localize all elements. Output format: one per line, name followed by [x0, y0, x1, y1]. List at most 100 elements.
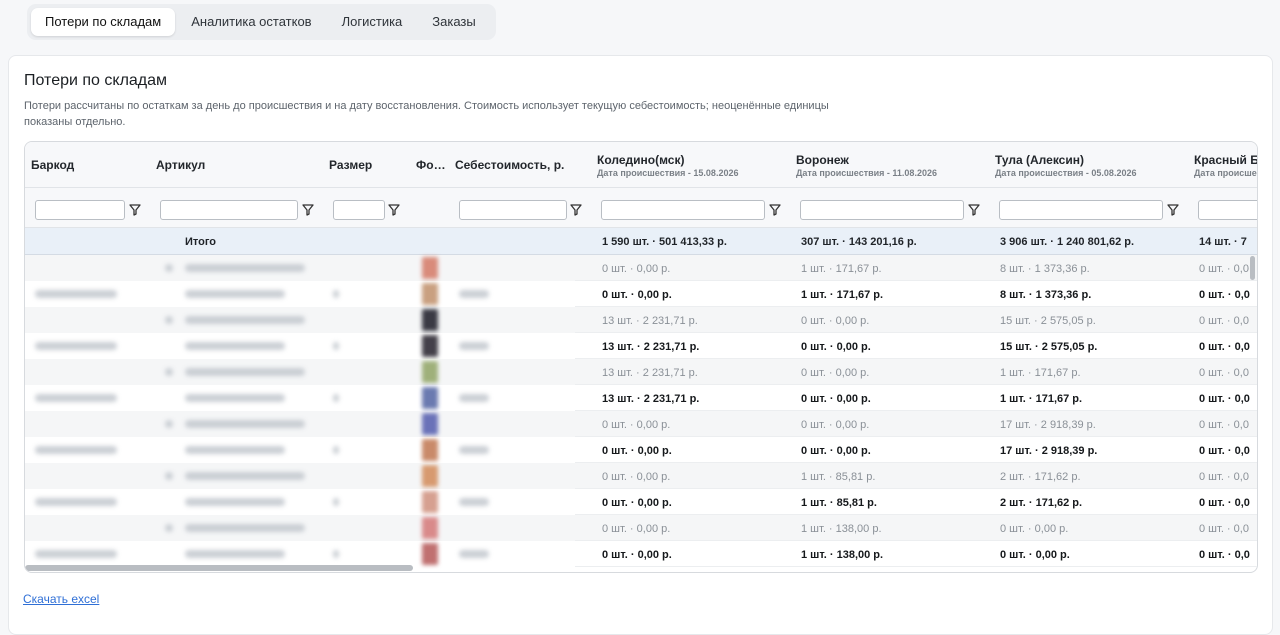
header-barcode[interactable]: Баркод — [25, 142, 150, 188]
loss-cell: 0 шт. · 0,0 — [1199, 471, 1249, 483]
expand-toggle-redacted — [165, 368, 173, 376]
product-photo — [422, 257, 438, 279]
filter-koledino-input[interactable] — [601, 200, 765, 220]
header-size[interactable]: Размер — [323, 142, 408, 188]
table-row[interactable]: 13 шт. · 2 231,71 р. 0 шт. · 0,00 р. 15 шт… — [25, 333, 1257, 359]
table-row[interactable]: 0 шт. · 0,00 р. 1 шт. · 85,81 р. 2 шт. · 1… — [25, 489, 1257, 515]
expand-toggle-redacted — [165, 420, 173, 428]
tab-stock-analytics[interactable]: Аналитика остатков — [177, 8, 325, 36]
filter-voronezh-input[interactable] — [800, 200, 964, 220]
loss-cell: 17 шт. · 2 918,39 р. — [1000, 445, 1098, 457]
total-tula: 3 906 шт. · 1 240 801,62 р. — [1000, 236, 1135, 248]
header-warehouse-koledino[interactable]: Коледино(мск) Дата происшествия - 15.08.2… — [591, 142, 790, 188]
header-article[interactable]: Артикул — [150, 142, 323, 188]
filter-cost-input[interactable] — [459, 200, 567, 220]
page-title: Потери по складам — [24, 72, 168, 89]
loss-cell: 0 шт. · 0,0 — [1199, 289, 1250, 301]
header-photo[interactable]: Фо… — [410, 142, 450, 188]
loss-cell: 1 шт. · 85,81 р. — [801, 497, 877, 509]
filter-voronezh-icon[interactable] — [966, 200, 982, 218]
table-row[interactable]: 0 шт. · 0,00 р. 1 шт. · 138,00 р. 0 шт. · … — [25, 541, 1257, 567]
product-photo — [422, 361, 438, 383]
product-photo — [422, 491, 438, 513]
cost-redacted — [459, 498, 489, 506]
table-row[interactable]: 0 шт. · 0,00 р. 1 шт. · 138,00 р. 0 шт. · … — [25, 515, 1257, 541]
total-koledino: 1 590 шт. · 501 413,33 р. — [602, 236, 727, 248]
header-warehouse-voronezh[interactable]: Воронеж Дата происшествия - 11.08.2026 — [790, 142, 989, 188]
loss-cell: 1 шт. · 171,67 р. — [801, 289, 884, 301]
loss-cell: 17 шт. · 2 918,39 р. — [1000, 419, 1096, 431]
filter-row — [25, 188, 1257, 228]
tab-losses-by-warehouse[interactable]: Потери по складам — [31, 8, 176, 36]
table-row[interactable]: 0 шт. · 0,00 р. 1 шт. · 85,81 р. 2 шт. · 1… — [25, 463, 1257, 489]
table-row[interactable]: 0 шт. · 0,00 р. 1 шт. · 171,67 р. 8 шт. · … — [25, 281, 1257, 307]
vertical-scrollbar[interactable] — [1250, 256, 1255, 280]
expand-toggle-redacted — [165, 472, 173, 480]
cost-redacted — [459, 446, 489, 454]
table-row[interactable]: 0 шт. · 0,00 р. 0 шт. · 0,00 р. 17 шт. · 2… — [25, 437, 1257, 463]
loss-cell: 0 шт. · 0,0 — [1199, 419, 1249, 431]
table-row[interactable]: 13 шт. · 2 231,71 р. 0 шт. · 0,00 р. 1 шт.… — [25, 359, 1257, 385]
article-redacted — [185, 446, 285, 454]
filter-barcode-icon[interactable] — [127, 200, 143, 218]
header-cost[interactable]: Себестоимость, р. — [449, 142, 589, 188]
filter-cost-icon[interactable] — [568, 200, 584, 218]
download-excel-link[interactable]: Скачать excel — [23, 592, 99, 606]
size-redacted — [333, 394, 339, 402]
filter-koledino-icon[interactable] — [767, 200, 783, 218]
table-row[interactable]: 13 шт. · 2 231,71 р. 0 шт. · 0,00 р. 1 шт.… — [25, 385, 1257, 411]
filter-article-input[interactable] — [160, 200, 298, 220]
tab-logistics[interactable]: Логистика — [328, 8, 417, 36]
total-krasny: 14 шт. · 7 — [1199, 236, 1247, 248]
loss-cell: 1 шт. · 85,81 р. — [801, 471, 876, 483]
loss-cell: 0 шт. · 0,00 р. — [801, 393, 871, 405]
total-label: Итого — [185, 236, 217, 248]
size-redacted — [333, 550, 339, 558]
filter-article-icon[interactable] — [300, 200, 316, 218]
horizontal-scrollbar[interactable] — [25, 565, 413, 571]
tab-orders[interactable]: Заказы — [418, 8, 489, 36]
loss-cell: 0 шт. · 0,00 р. — [602, 263, 671, 275]
loss-cell: 8 шт. · 1 373,36 р. — [1000, 263, 1090, 275]
header-warehouse-krasny[interactable]: Красный БоДата происше — [1188, 142, 1257, 188]
filter-size-icon[interactable] — [386, 200, 402, 218]
loss-cell: 0 шт. · 0,0 — [1199, 315, 1249, 327]
barcode-redacted — [35, 550, 117, 558]
loss-cell: 8 шт. · 1 373,36 р. — [1000, 289, 1092, 301]
loss-cell: 0 шт. · 0,0 — [1199, 367, 1249, 379]
barcode-redacted — [35, 446, 117, 454]
table-row[interactable]: 0 шт. · 0,00 р. 1 шт. · 171,67 р. 8 шт. · … — [25, 255, 1257, 281]
losses-table: Баркод Артикул Размер Фо… Себестоимость,… — [24, 141, 1258, 573]
loss-cell: 13 шт. · 2 231,71 р. — [602, 315, 698, 327]
filter-tula-icon[interactable] — [1165, 200, 1181, 218]
filter-tula-input[interactable] — [999, 200, 1163, 220]
size-redacted — [333, 498, 339, 506]
article-redacted — [185, 290, 285, 298]
article-redacted — [185, 472, 305, 480]
filter-barcode-input[interactable] — [35, 200, 125, 220]
loss-cell: 0 шт. · 0,00 р. — [1000, 523, 1069, 535]
product-photo — [422, 543, 438, 565]
product-photo — [422, 283, 438, 305]
loss-cell: 0 шт. · 0,00 р. — [602, 419, 671, 431]
filter-krasny-input[interactable] — [1198, 200, 1257, 220]
loss-cell: 0 шт. · 0,00 р. — [602, 471, 671, 483]
table-row[interactable]: 0 шт. · 0,00 р. 0 шт. · 0,00 р. 17 шт. · 2… — [25, 411, 1257, 437]
loss-cell: 0 шт. · 0,00 р. — [602, 289, 672, 301]
barcode-redacted — [35, 394, 117, 402]
loss-cell: 0 шт. · 0,00 р. — [801, 367, 870, 379]
size-redacted — [333, 290, 339, 298]
table-row[interactable]: 13 шт. · 2 231,71 р. 0 шт. · 0,00 р. 15 шт… — [25, 307, 1257, 333]
tab-bar: Потери по складам Аналитика остатков Лог… — [27, 4, 496, 40]
barcode-redacted — [35, 498, 117, 506]
filter-size-input[interactable] — [333, 200, 385, 220]
size-redacted — [333, 446, 339, 454]
loss-cell: 0 шт. · 0,0 — [1199, 341, 1250, 353]
loss-cell: 0 шт. · 0,00 р. — [602, 523, 671, 535]
loss-cell: 2 шт. · 171,62 р. — [1000, 471, 1081, 483]
header-warehouse-tula[interactable]: Тула (Алексин) Дата происшествия - 05.08.… — [989, 142, 1188, 188]
loss-cell: 13 шт. · 2 231,71 р. — [602, 341, 700, 353]
loss-cell: 1 шт. · 171,67 р. — [1000, 367, 1081, 379]
product-photo — [422, 413, 438, 435]
total-voronezh: 307 шт. · 143 201,16 р. — [801, 236, 917, 248]
